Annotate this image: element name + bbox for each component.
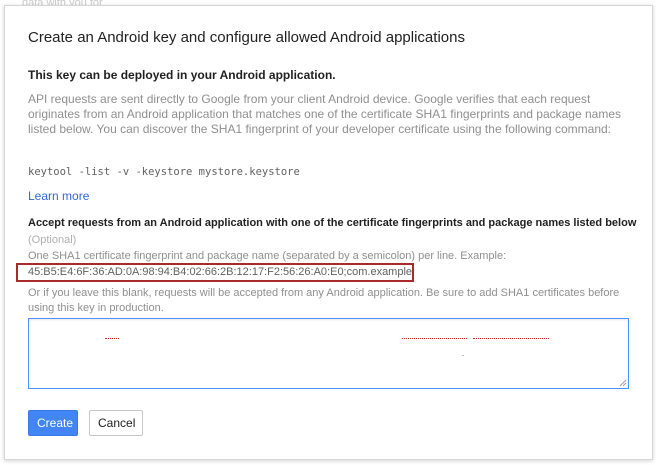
- learn-more-link[interactable]: Learn more: [28, 189, 89, 203]
- dialog-title: Create an Android key and configure allo…: [28, 29, 465, 46]
- section-heading: This key can be deployed in your Android…: [28, 68, 336, 82]
- fingerprints-textarea-container[interactable]: [28, 318, 629, 389]
- optional-label: (Optional): [28, 234, 77, 246]
- create-android-key-dialog: Create an Android key and configure allo…: [4, 5, 653, 460]
- keytool-command: keytool -list -v -keystore mystore.keyst…: [28, 166, 300, 178]
- example-highlight-box: [16, 263, 414, 282]
- blank-note-text: Or if you leave this blank, requests wil…: [28, 287, 620, 314]
- resize-grip-icon[interactable]: [619, 379, 627, 387]
- text-fragment-mark: [462, 355, 464, 356]
- description-text: API requests are sent directly to Google…: [28, 92, 622, 136]
- spellcheck-underline: [473, 338, 549, 339]
- spellcheck-underline: [402, 338, 467, 339]
- cancel-button[interactable]: Cancel: [89, 410, 143, 436]
- fingerprint-hint: One SHA1 certificate fingerprint and pac…: [28, 250, 507, 262]
- create-button[interactable]: Create: [28, 410, 78, 436]
- fingerprints-textarea[interactable]: [29, 319, 628, 388]
- spellcheck-underline: [105, 338, 119, 339]
- accept-requests-heading: Accept requests from an Android applicat…: [28, 217, 637, 229]
